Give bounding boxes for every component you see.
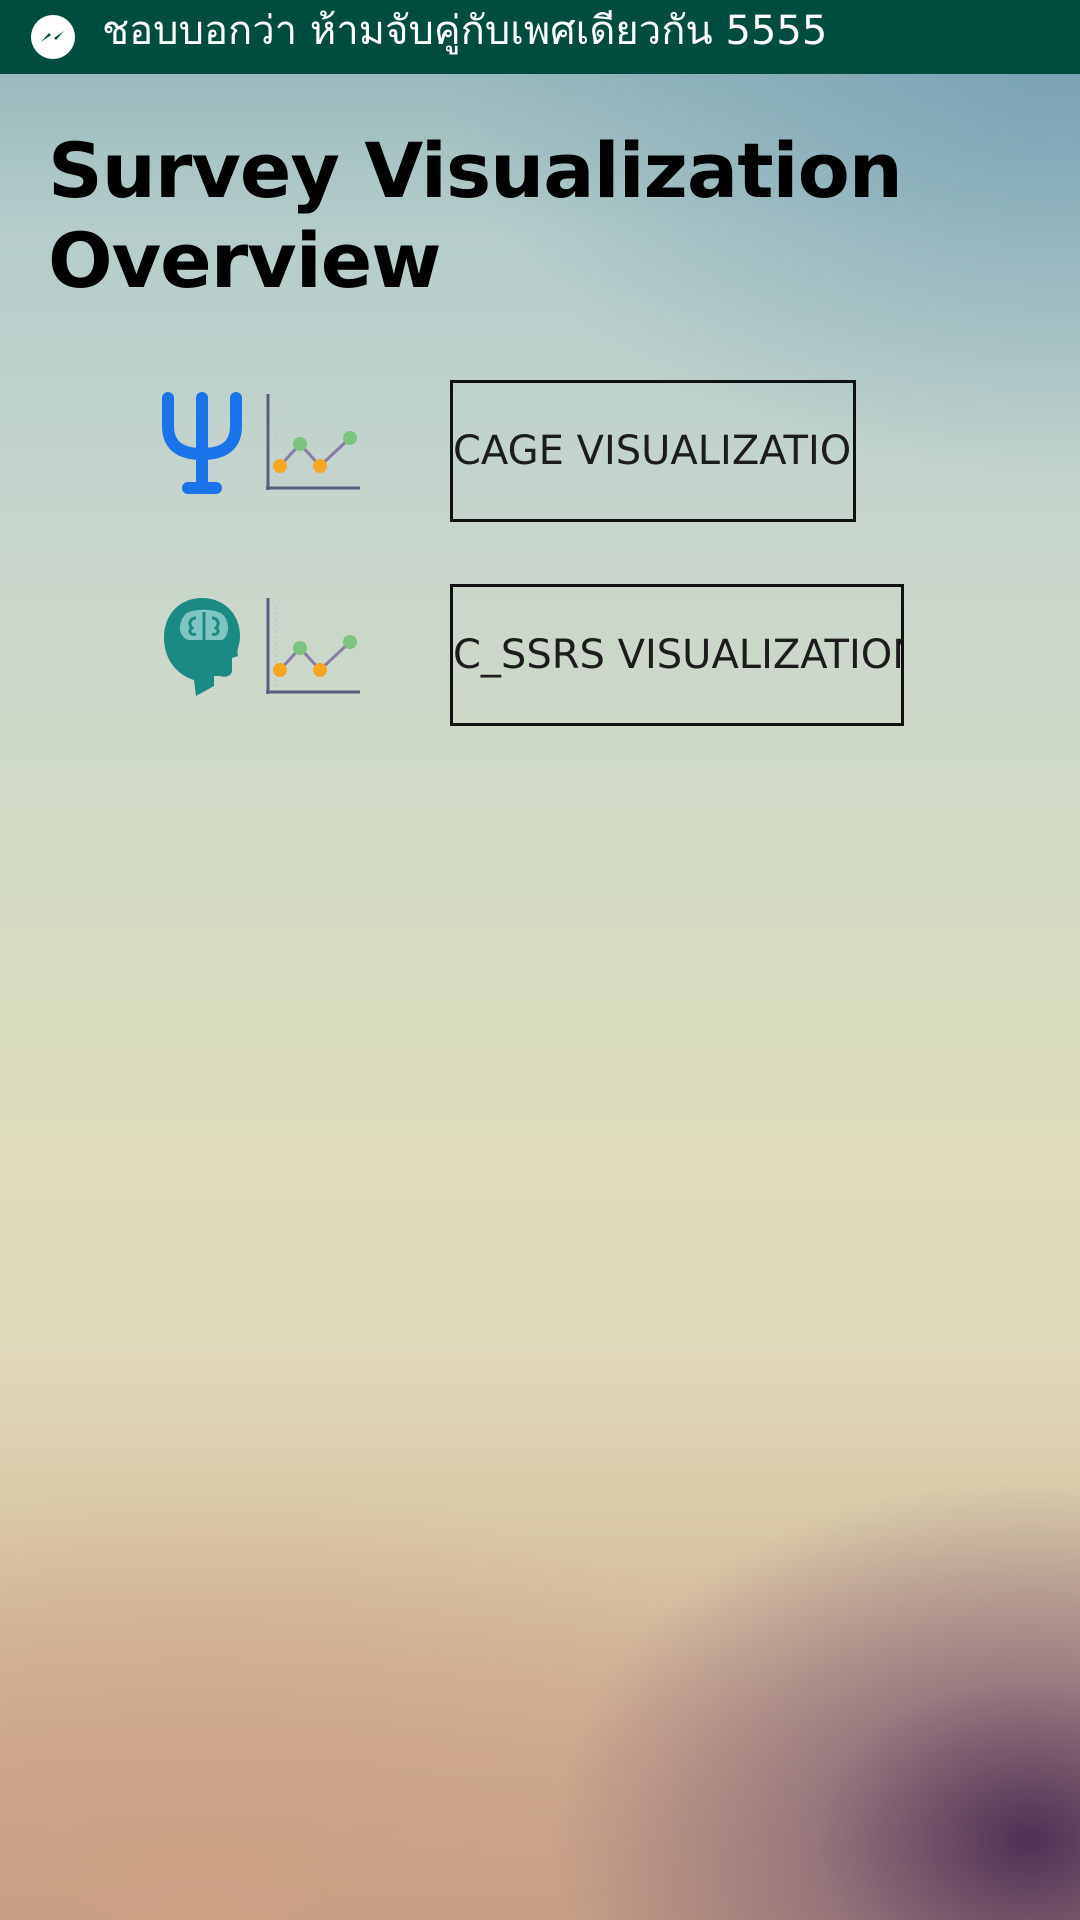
- psi-icon: [162, 392, 242, 494]
- survey-row-cage: CAGE VISUALIZATION: [0, 380, 1080, 526]
- survey-row-cssrs: C_SSRS VISUALIZATION: [0, 584, 1080, 730]
- page-title: Survey Visualization Overview: [48, 126, 903, 305]
- line-chart-icon: [266, 394, 360, 490]
- cage-visualization-button[interactable]: CAGE VISUALIZATION: [450, 380, 856, 522]
- messenger-icon: [31, 15, 75, 59]
- head-brain-icon: [164, 598, 240, 696]
- cssrs-visualization-button[interactable]: C_SSRS VISUALIZATION: [450, 584, 904, 726]
- line-chart-icon: [266, 598, 360, 694]
- notification-text: ชอบบอกว่า ห้ามจับคู่กับเพศเดียวกัน 5555: [102, 8, 828, 54]
- notification-bar[interactable]: ชอบบอกว่า ห้ามจับคู่กับเพศเดียวกัน 5555: [0, 0, 1080, 74]
